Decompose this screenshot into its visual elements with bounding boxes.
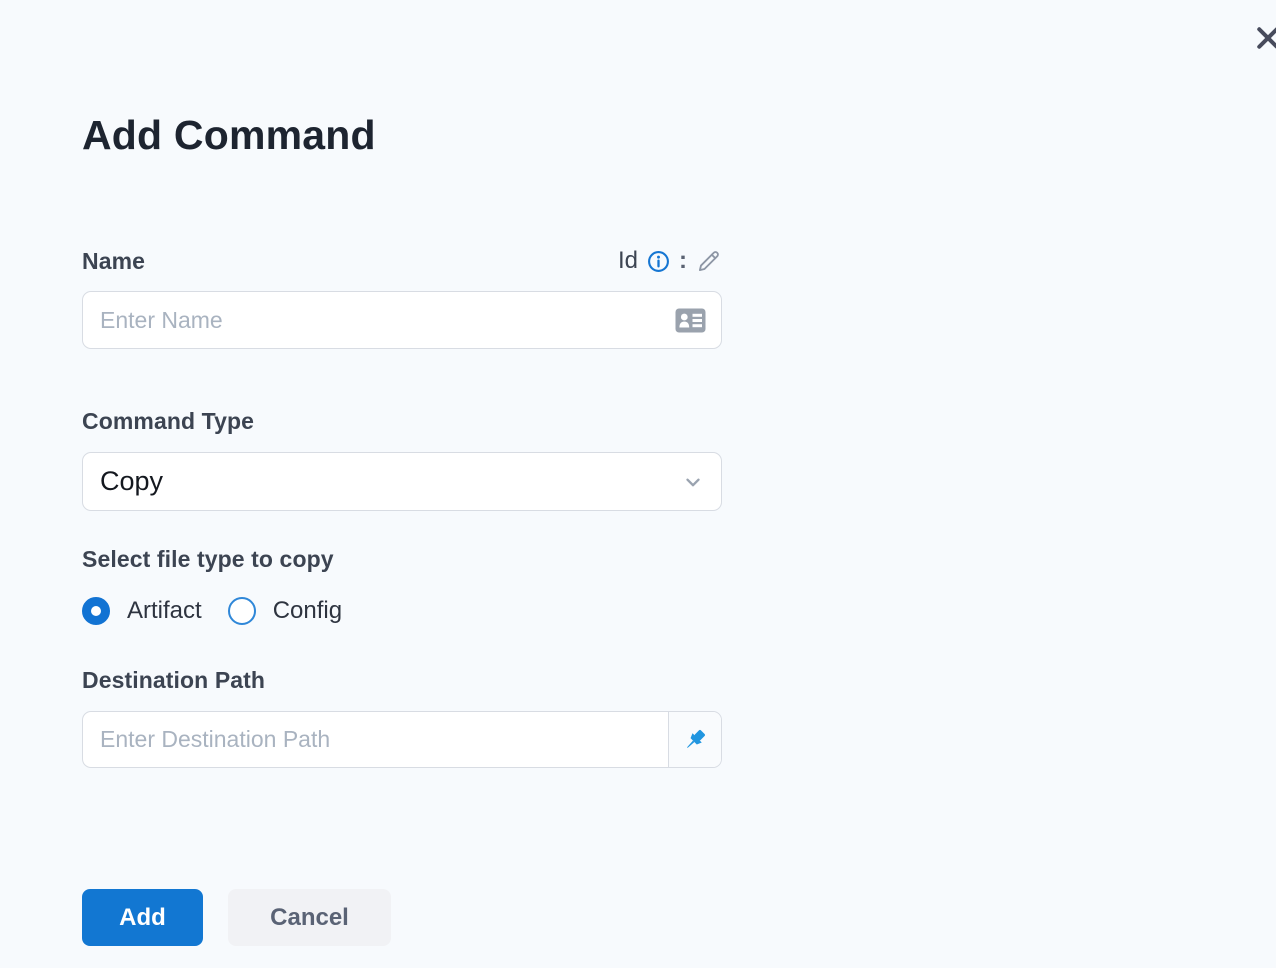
edit-id-button[interactable] [696, 248, 722, 274]
cancel-button[interactable]: Cancel [228, 889, 391, 946]
radio-option-artifact[interactable]: Artifact [82, 597, 202, 625]
id-colon: : [679, 247, 687, 274]
radio-selected-icon [82, 597, 110, 625]
pushpin-icon [681, 726, 709, 754]
add-button[interactable]: Add [82, 889, 203, 946]
x-icon [1253, 23, 1276, 53]
pencil-icon [696, 248, 722, 274]
file-type-label: Select file type to copy [82, 546, 334, 572]
info-circle-icon[interactable] [647, 250, 670, 273]
name-field-header: Name Id : [82, 246, 722, 276]
radio-artifact-label: Artifact [127, 597, 202, 624]
command-type-select[interactable]: Copy [82, 452, 722, 511]
id-group: Id : [618, 247, 722, 275]
destination-path-label: Destination Path [82, 667, 266, 693]
page-title: Add Command [82, 112, 376, 158]
id-label: Id [617, 247, 638, 274]
action-buttons: Add Cancel [82, 889, 391, 946]
name-input-container [82, 291, 722, 349]
radio-config-label: Config [272, 597, 343, 624]
contact-card-icon [675, 308, 706, 333]
destination-path-input[interactable] [83, 712, 668, 767]
pin-path-button[interactable] [668, 712, 721, 767]
chevron-down-icon [682, 471, 704, 493]
radio-option-config[interactable]: Config [227, 597, 343, 625]
command-type-value: Copy [100, 466, 164, 496]
command-type-label: Command Type [82, 408, 255, 434]
file-type-radio-group: Artifact Config [82, 595, 342, 627]
close-button[interactable] [1253, 23, 1276, 53]
radio-unselected-icon [227, 597, 256, 625]
name-input[interactable] [83, 292, 675, 348]
add-command-modal: Add Command Name Id : Enter Name Command… [0, 0, 1276, 968]
name-label: Name [82, 247, 146, 274]
destination-path-container [82, 711, 722, 768]
